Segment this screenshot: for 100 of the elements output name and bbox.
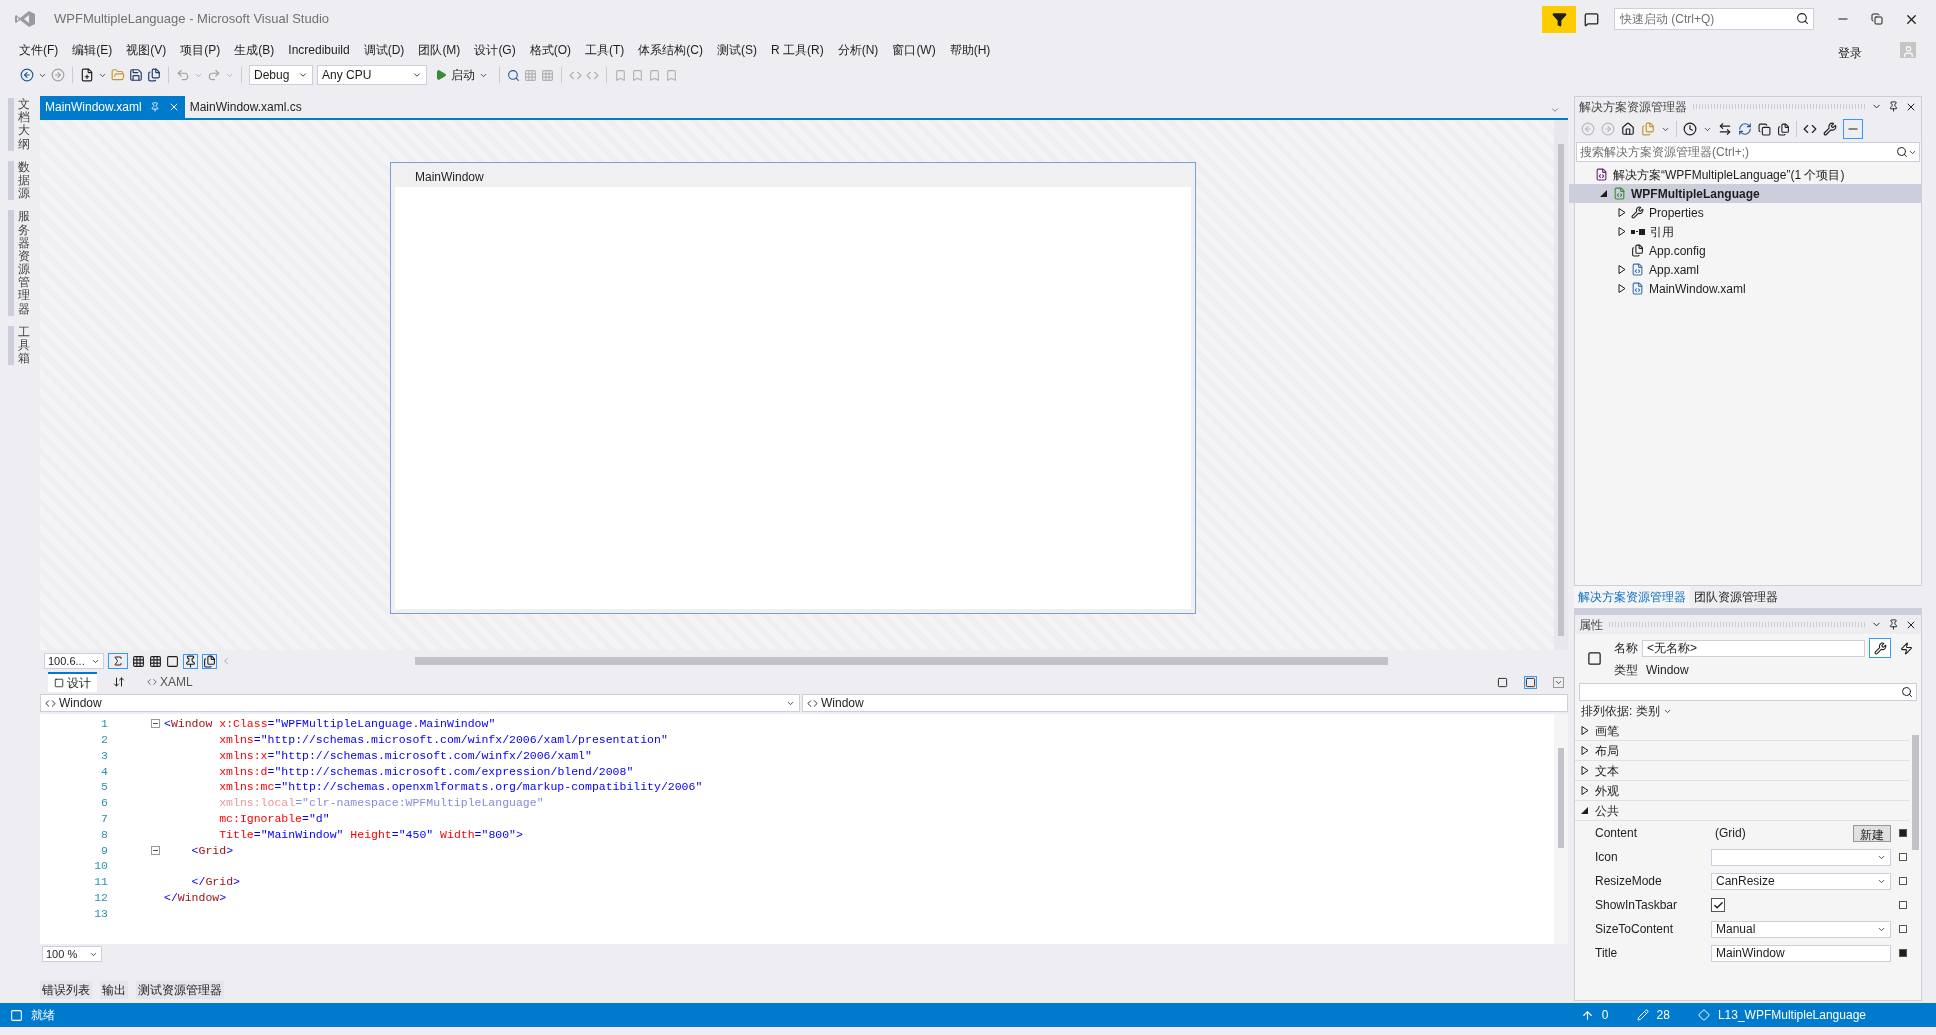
view-tab[interactable]: 设计 — [48, 672, 97, 692]
tool-window-tab[interactable]: 错误列表 — [40, 981, 92, 999]
expand-arrow-icon[interactable] — [1581, 766, 1589, 775]
menu-item[interactable]: 视图(V) — [119, 41, 174, 59]
property-dropdown[interactable]: CanResize — [1711, 872, 1891, 890]
menu-item[interactable]: 文件(F) — [12, 41, 66, 59]
menu-item[interactable]: 窗口(W) — [885, 41, 943, 59]
document-tab[interactable]: MainWindow.xaml.cs — [184, 96, 307, 118]
panel-tab[interactable]: 团队资源管理器 — [1690, 586, 1782, 608]
zoom-dropdown[interactable]: 100.6... — [44, 653, 104, 669]
property-dropdown[interactable]: Manual — [1711, 920, 1891, 938]
sort-by-dropdown[interactable]: 排列依据: 类别 — [1581, 702, 1672, 720]
view-code-icon[interactable] — [1803, 122, 1817, 136]
menu-item[interactable]: 设计(G) — [467, 41, 523, 59]
function-icon[interactable] — [108, 653, 128, 669]
pin-icon[interactable] — [1888, 619, 1899, 630]
start-button[interactable]: 启动 — [431, 66, 492, 84]
tree-item[interactable]: Properties — [1569, 203, 1921, 222]
expand-arrow-icon[interactable] — [1581, 726, 1589, 735]
vertical-scrollbar[interactable] — [1554, 120, 1568, 650]
editor-zoom-dropdown[interactable]: 100 % — [42, 946, 102, 962]
expand-arrow-icon[interactable] — [1617, 265, 1626, 274]
menu-item[interactable]: 项目(P) — [173, 41, 228, 59]
tree-item[interactable]: WPFMultipleLanguage — [1569, 184, 1921, 203]
property-marker-icon[interactable] — [1899, 925, 1907, 933]
home-icon[interactable] — [1621, 122, 1635, 136]
expand-arrow-icon[interactable] — [1617, 284, 1626, 293]
property-marker-icon[interactable] — [1899, 901, 1907, 909]
menu-item[interactable]: 体系结构(C) — [631, 41, 711, 59]
menu-item[interactable]: 格式(O) — [522, 41, 579, 59]
expand-arrow-icon[interactable] — [1581, 786, 1589, 795]
push-icon[interactable] — [1580, 1008, 1594, 1022]
collapse-icon[interactable] — [151, 845, 160, 855]
refresh-icon[interactable] — [1738, 122, 1752, 136]
property-search-field[interactable] — [1579, 683, 1917, 701]
find-icon[interactable] — [507, 68, 520, 82]
element-dropdown[interactable]: Window — [802, 694, 1568, 712]
tool-window-tab[interactable]: 输出 — [100, 981, 128, 999]
menu-item[interactable]: 调试(D) — [356, 41, 412, 59]
expand-arrow-icon[interactable] — [1581, 746, 1589, 755]
tree-item[interactable]: 解决方案“WPFMultipleLanguage”(1 个项目) — [1569, 165, 1921, 184]
tree-item[interactable]: MainWindow.xaml — [1569, 279, 1921, 298]
property-category[interactable]: 布局 — [1575, 741, 1909, 761]
quick-launch-field[interactable]: 快速启动 (Ctrl+Q) — [1614, 8, 1814, 30]
show-all-files-icon[interactable] — [1777, 122, 1790, 136]
swap-panes-icon[interactable] — [113, 676, 125, 688]
property-category[interactable]: 文本 — [1575, 761, 1909, 781]
pin-icon[interactable] — [1888, 101, 1899, 112]
document-tab[interactable]: MainWindow.xaml — [40, 96, 185, 118]
element-dropdown[interactable]: Window — [40, 694, 800, 712]
new-file-icon[interactable] — [80, 68, 94, 82]
tree-item[interactable]: App.xaml — [1569, 260, 1921, 279]
menu-item[interactable]: 编辑(E) — [65, 41, 120, 59]
new-button[interactable]: 新建 — [1853, 824, 1891, 842]
sign-in-link[interactable]: 登录 — [1838, 44, 1862, 62]
property-checkbox[interactable] — [1711, 898, 1725, 912]
expand-arrow-icon[interactable] — [1581, 806, 1589, 815]
menu-item[interactable]: 测试(S) — [710, 41, 765, 59]
tree-item[interactable]: 引用 — [1569, 222, 1921, 241]
property-category[interactable]: 公共 — [1575, 801, 1909, 821]
menu-item[interactable]: Incredibuild — [281, 41, 357, 59]
grid-icon[interactable] — [132, 654, 145, 668]
collapse-icon[interactable] — [151, 719, 160, 729]
pencil-icon[interactable] — [1636, 1009, 1649, 1021]
menu-item[interactable]: 团队(M) — [411, 41, 468, 59]
configuration-dropdown[interactable]: Debug — [249, 65, 313, 85]
expand-arrow-icon[interactable] — [1617, 227, 1626, 236]
branch-name[interactable]: L13_WPFMultipleLanguage — [1717, 1006, 1866, 1024]
expand-arrow-icon[interactable] — [1599, 189, 1608, 198]
view-tab[interactable]: XAML — [141, 672, 199, 692]
solution-search-field[interactable]: 搜索解决方案资源管理器(Ctrl+;) — [1576, 142, 1920, 162]
property-text-field[interactable]: MainWindow — [1711, 944, 1891, 962]
property-category[interactable]: 外观 — [1575, 781, 1909, 801]
property-marker-icon[interactable] — [1899, 877, 1907, 885]
menu-item[interactable]: 分析(N) — [830, 41, 886, 59]
vertical-scrollbar[interactable] — [1554, 714, 1568, 944]
menu-item[interactable]: 生成(B) — [227, 41, 282, 59]
menu-item[interactable]: 工具(T) — [578, 41, 632, 59]
property-marker-icon[interactable] — [1899, 949, 1907, 957]
back-icon[interactable] — [20, 68, 34, 82]
expand-arrow-icon[interactable] — [1617, 208, 1626, 217]
unpushed-count[interactable]: 0 — [1601, 1006, 1609, 1024]
save-icon[interactable] — [129, 68, 143, 82]
changes-count[interactable]: 28 — [1656, 1006, 1670, 1024]
tree-item[interactable]: App.config — [1569, 241, 1921, 260]
tool-window-tab[interactable]: 工具箱 — [18, 325, 30, 366]
tool-window-tab[interactable]: 测试资源管理器 — [136, 981, 224, 999]
panel-tab[interactable]: 解决方案资源管理器 — [1574, 586, 1690, 608]
tool-window-tab[interactable]: 数据源 — [18, 160, 30, 201]
property-marker-icon[interactable] — [1899, 853, 1907, 861]
menu-item[interactable]: 帮助(H) — [942, 41, 998, 59]
platform-dropdown[interactable]: Any CPU — [317, 65, 427, 85]
property-category[interactable]: 画笔 — [1575, 721, 1909, 741]
tool-window-tab[interactable]: 服务器资源管理器 — [18, 210, 30, 316]
name-field[interactable]: <无名称> — [1642, 639, 1865, 657]
tool-window-tab[interactable]: 文档大纲 — [18, 98, 30, 151]
menu-item[interactable]: R 工具(R) — [764, 41, 831, 59]
property-marker-icon[interactable] — [1899, 829, 1907, 837]
sync-icon[interactable] — [1718, 122, 1732, 136]
collapse-pane-icon[interactable] — [1553, 676, 1564, 688]
